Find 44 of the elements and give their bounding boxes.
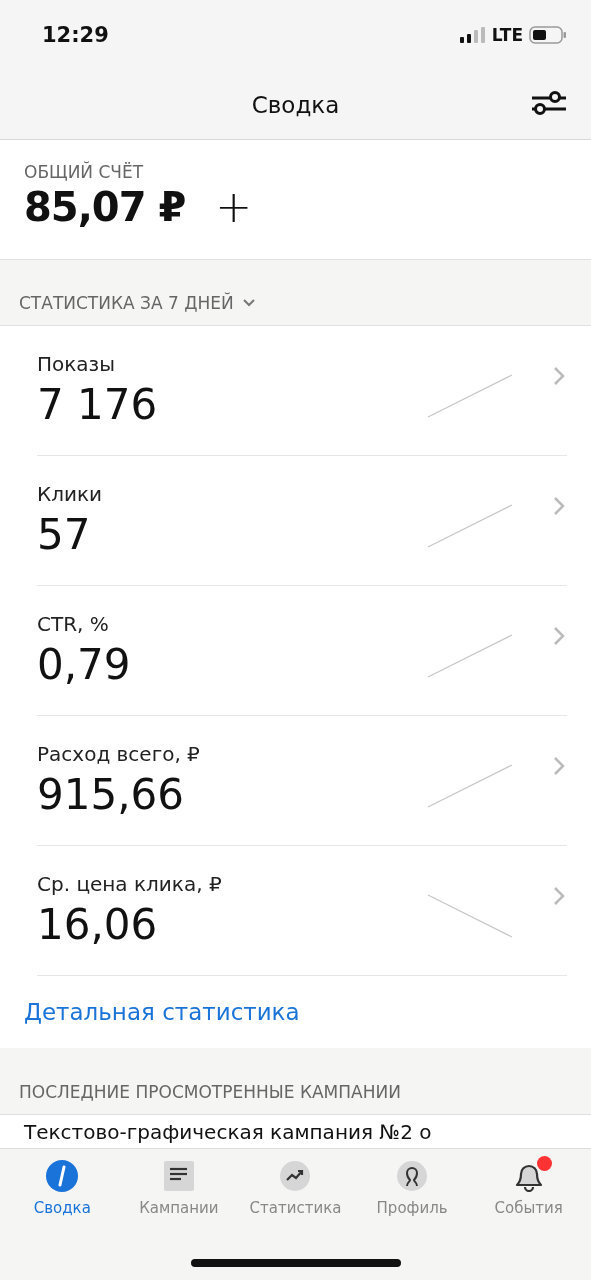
- metric-value: 0,79: [37, 640, 131, 689]
- document-icon: [162, 1160, 195, 1192]
- battery-icon: [529, 26, 567, 44]
- account-label: ОБЩИЙ СЧЁТ: [24, 162, 144, 182]
- sparkline-icon: [427, 502, 513, 549]
- campaign-row[interactable]: Текстово-графическая кампания №2 о: [24, 1120, 432, 1144]
- metric-label: Показы: [37, 352, 116, 376]
- detailed-stats-link[interactable]: Детальная статистика: [24, 999, 300, 1025]
- metric-label: Клики: [37, 482, 103, 506]
- metric-row[interactable]: Клики 57: [37, 456, 567, 586]
- chevron-icon: [553, 365, 565, 386]
- metric-value: 57: [37, 510, 91, 559]
- metric-row[interactable]: Расход всего, ₽ 915,66: [37, 716, 567, 846]
- sparkline-icon: [427, 632, 513, 679]
- metric-row[interactable]: CTR, % 0,79: [37, 586, 567, 716]
- status-time: 12:29: [42, 23, 109, 47]
- screen-title: Сводка: [251, 91, 340, 118]
- caret-icon: [241, 298, 256, 308]
- network-label: LTE: [491, 25, 523, 45]
- sparkline-icon: [427, 892, 513, 939]
- metric-label: Ср. цена клика, ₽: [37, 872, 222, 896]
- chevron-icon: [553, 625, 565, 646]
- sparkline-icon: [427, 762, 513, 809]
- account-balance: 85,07 ₽: [24, 184, 186, 230]
- metric-label: Расход всего, ₽: [37, 742, 200, 766]
- metric-value: 7 176: [37, 380, 158, 429]
- metric-row[interactable]: Ср. цена клика, ₽ 16,06: [37, 846, 567, 976]
- chevron-icon: [553, 885, 565, 906]
- add-funds-button[interactable]: +: [209, 185, 259, 229]
- signal-icon: [459, 27, 486, 43]
- period-dropdown[interactable]: СТАТИСТИКА ЗА 7 ДНЕЙ: [19, 293, 256, 313]
- tab[interactable]: Сводка: [4, 1157, 121, 1237]
- section-header: ПОСЛЕДНИЕ ПРОСМОТРЕННЫЕ КАМПАНИИ: [19, 1082, 401, 1102]
- chevron-icon: [553, 755, 565, 776]
- settings-button[interactable]: [531, 90, 567, 116]
- sparkline-icon: [427, 372, 513, 419]
- compass-icon: [44, 1158, 81, 1194]
- profile-icon: [396, 1160, 429, 1192]
- chevron-icon: [553, 495, 565, 516]
- metric-row[interactable]: Показы 7 176: [37, 326, 567, 456]
- trend-icon: [279, 1160, 312, 1192]
- metric-value: 915,66: [37, 770, 184, 819]
- metric-value: 16,06: [37, 900, 158, 949]
- metric-label: CTR, %: [37, 612, 109, 636]
